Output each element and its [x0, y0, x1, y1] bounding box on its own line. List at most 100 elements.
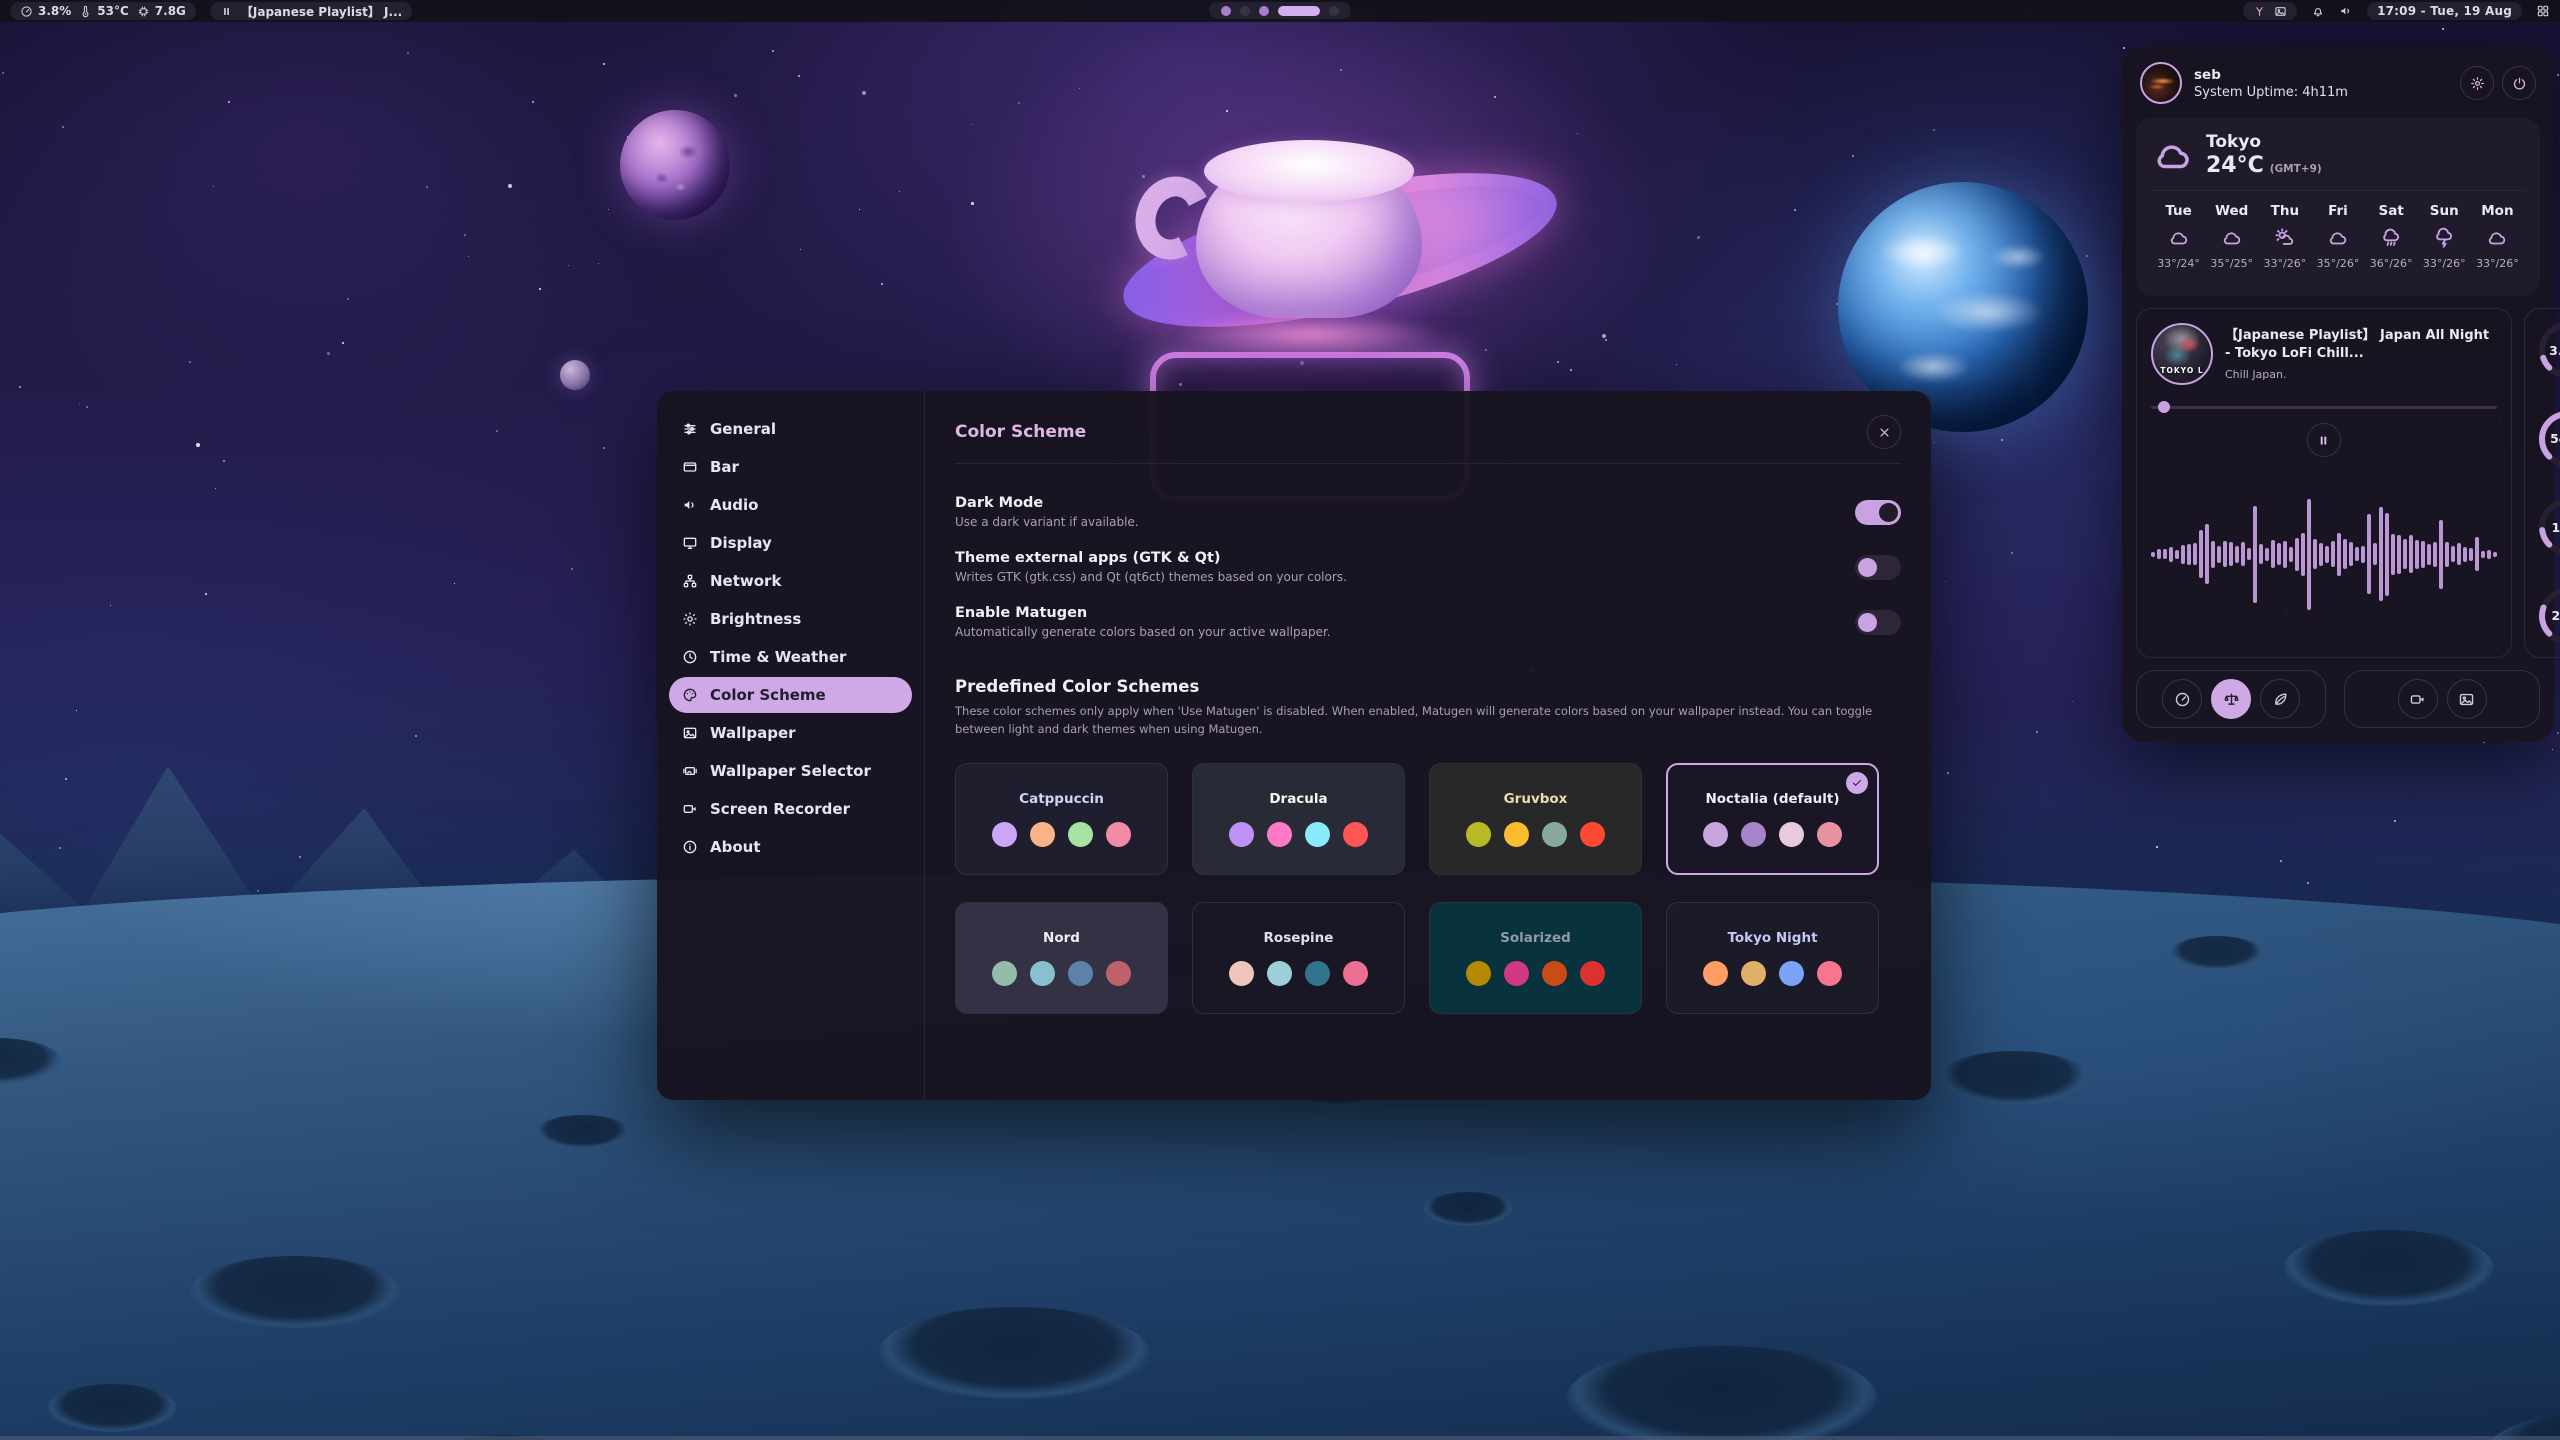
media-player-card: TOKYO L 【Japanese Playlist】 Japan All Ni… [2136, 308, 2512, 658]
color-swatch [1542, 961, 1567, 986]
forecast-day-label: Fri [2328, 203, 2348, 219]
visualizer-bar [2187, 544, 2191, 565]
scheme-card-solarized[interactable]: Solarized [1429, 902, 1642, 1014]
scheme-card-catppuccin[interactable]: Catppuccin [955, 763, 1168, 875]
visualizer-bar [2241, 542, 2245, 566]
scheme-card-nord[interactable]: Nord [955, 902, 1168, 1014]
toggle-switch[interactable] [1855, 610, 1901, 635]
star [971, 202, 974, 205]
system-tray-pill[interactable] [2243, 2, 2297, 20]
bar-stat-value: 7.8G [155, 4, 186, 18]
forecast-day-thu: Thu33°/26° [2258, 203, 2311, 270]
sidebar-item-color-scheme[interactable]: Color Scheme [669, 677, 912, 713]
star [2557, 732, 2559, 734]
bar-media-label: 【Japanese Playlist】 J... [241, 3, 402, 20]
clock-label: 17:09 - Tue, 19 Aug [2377, 4, 2512, 18]
color-swatch [1106, 822, 1131, 847]
forecast-day-mon: Mon33°/26° [2471, 203, 2524, 270]
sidebar-item-screen-recorder[interactable]: Screen Recorder [669, 791, 912, 827]
star [468, 256, 469, 257]
setting-row: Enable Matugen Automatically generate col… [955, 605, 1901, 639]
scheme-card-rosepine[interactable]: Rosepine [1192, 902, 1405, 1014]
power-profile-group [2136, 670, 2326, 728]
image-icon[interactable] [2274, 5, 2287, 18]
network-icon [682, 573, 698, 589]
sidebar-item-display[interactable]: Display [669, 525, 912, 561]
system-gauge: 14% [2535, 495, 2560, 559]
bell-icon[interactable] [2311, 4, 2325, 18]
workspace-dot-5[interactable] [1329, 6, 1339, 16]
weather-timezone: (GMT+9) [2270, 163, 2322, 175]
sidebar-item-wallpaper-selector[interactable]: Wallpaper Selector [669, 753, 912, 789]
rain-icon [2380, 227, 2402, 249]
album-art: TOKYO L [2151, 323, 2213, 385]
sidebar-item-label: Wallpaper [710, 724, 796, 742]
seek-knob[interactable] [2158, 401, 2170, 413]
sidebar-item-time-weather[interactable]: Time & Weather [669, 639, 912, 675]
bar-left-cluster: 3.8%53°C7.8G 【Japanese Playlist】 J... [10, 0, 412, 22]
profile-button-gauge[interactable] [2162, 679, 2202, 719]
star [2156, 846, 2158, 848]
sidebar-item-brightness[interactable]: Brightness [669, 601, 912, 637]
close-icon [1877, 425, 1892, 440]
sidebar-item-about[interactable]: About [669, 829, 912, 865]
workspace-dot-3[interactable] [1259, 6, 1269, 16]
workspace-dot-4[interactable] [1278, 6, 1320, 16]
power-button[interactable] [2502, 66, 2536, 100]
setting-label: Enable Matugen [955, 605, 1855, 621]
setting-text: Enable Matugen Automatically generate col… [955, 605, 1855, 639]
bar-media-pill[interactable]: 【Japanese Playlist】 J... [210, 2, 412, 20]
profile-button-leaf[interactable] [2260, 679, 2300, 719]
color-swatch [1068, 822, 1093, 847]
forecast-day-sat: Sat36°/26° [2365, 203, 2418, 270]
setting-description: Automatically generate colors based on y… [955, 625, 1855, 639]
toggle-switch[interactable] [1855, 555, 1901, 580]
star [1557, 361, 1559, 363]
sidebar-item-audio[interactable]: Audio [669, 487, 912, 523]
sidebar-item-general[interactable]: General [669, 411, 912, 447]
bar-stat: 53°C [79, 4, 129, 18]
seek-bar[interactable] [2151, 401, 2497, 413]
workspace-dot-1[interactable] [1221, 6, 1231, 16]
clock-pill[interactable]: 17:09 - Tue, 19 Aug [2367, 2, 2522, 20]
scheme-card-tokyo-night[interactable]: Tokyo Night [1666, 902, 1879, 1014]
small-moon-decoration [560, 360, 590, 390]
scheme-card-noctalia-default-[interactable]: Noctalia (default) [1666, 763, 1879, 875]
apps-grid-icon[interactable] [2536, 4, 2550, 18]
visualizer-bar [2259, 544, 2263, 564]
scheme-name: Nord [1043, 930, 1080, 946]
top-bar: 3.8%53°C7.8G 【Japanese Playlist】 J... 17… [0, 0, 2560, 22]
tray-app-icon[interactable] [2253, 5, 2266, 18]
utility-button-video[interactable] [2398, 679, 2438, 719]
workspace-dot-2[interactable] [1240, 6, 1250, 16]
profile-button-scales[interactable] [2211, 679, 2251, 719]
visualizer-bar [2493, 552, 2497, 557]
sidebar-item-wallpaper[interactable]: Wallpaper [669, 715, 912, 751]
workspace-indicator[interactable] [1209, 2, 1351, 19]
star [2123, 47, 2125, 49]
utility-button-image[interactable] [2447, 679, 2487, 719]
toggle-switch[interactable] [1855, 500, 1901, 525]
visualizer-bar [2433, 542, 2437, 567]
image-icon [2458, 691, 2475, 708]
scheme-card-dracula[interactable]: Dracula [1192, 763, 1405, 875]
close-button[interactable] [1867, 415, 1901, 449]
weather-temp-row: 24°C (GMT+9) [2206, 153, 2322, 178]
sidebar-item-label: Screen Recorder [710, 800, 850, 818]
cloud-icon [2152, 135, 2194, 177]
settings-button[interactable] [2460, 66, 2494, 100]
speaker-icon[interactable] [2339, 4, 2353, 18]
scheme-swatches [1466, 961, 1605, 986]
color-swatch [1305, 822, 1330, 847]
pause-icon [220, 5, 233, 18]
system-stats-pill[interactable]: 3.8%53°C7.8G [10, 2, 196, 20]
scheme-card-gruvbox[interactable]: Gruvbox [1429, 763, 1642, 875]
setting-text: Theme external apps (GTK & Qt)Writes GTK… [955, 550, 1855, 584]
sidebar-item-bar[interactable]: Bar [669, 449, 912, 485]
setting-label: Dark Mode [955, 495, 1855, 511]
color-swatch [1466, 961, 1491, 986]
crater [1939, 1051, 2089, 1105]
sidebar-item-network[interactable]: Network [669, 563, 912, 599]
pause-button[interactable] [2307, 423, 2341, 457]
color-swatch [1466, 822, 1491, 847]
